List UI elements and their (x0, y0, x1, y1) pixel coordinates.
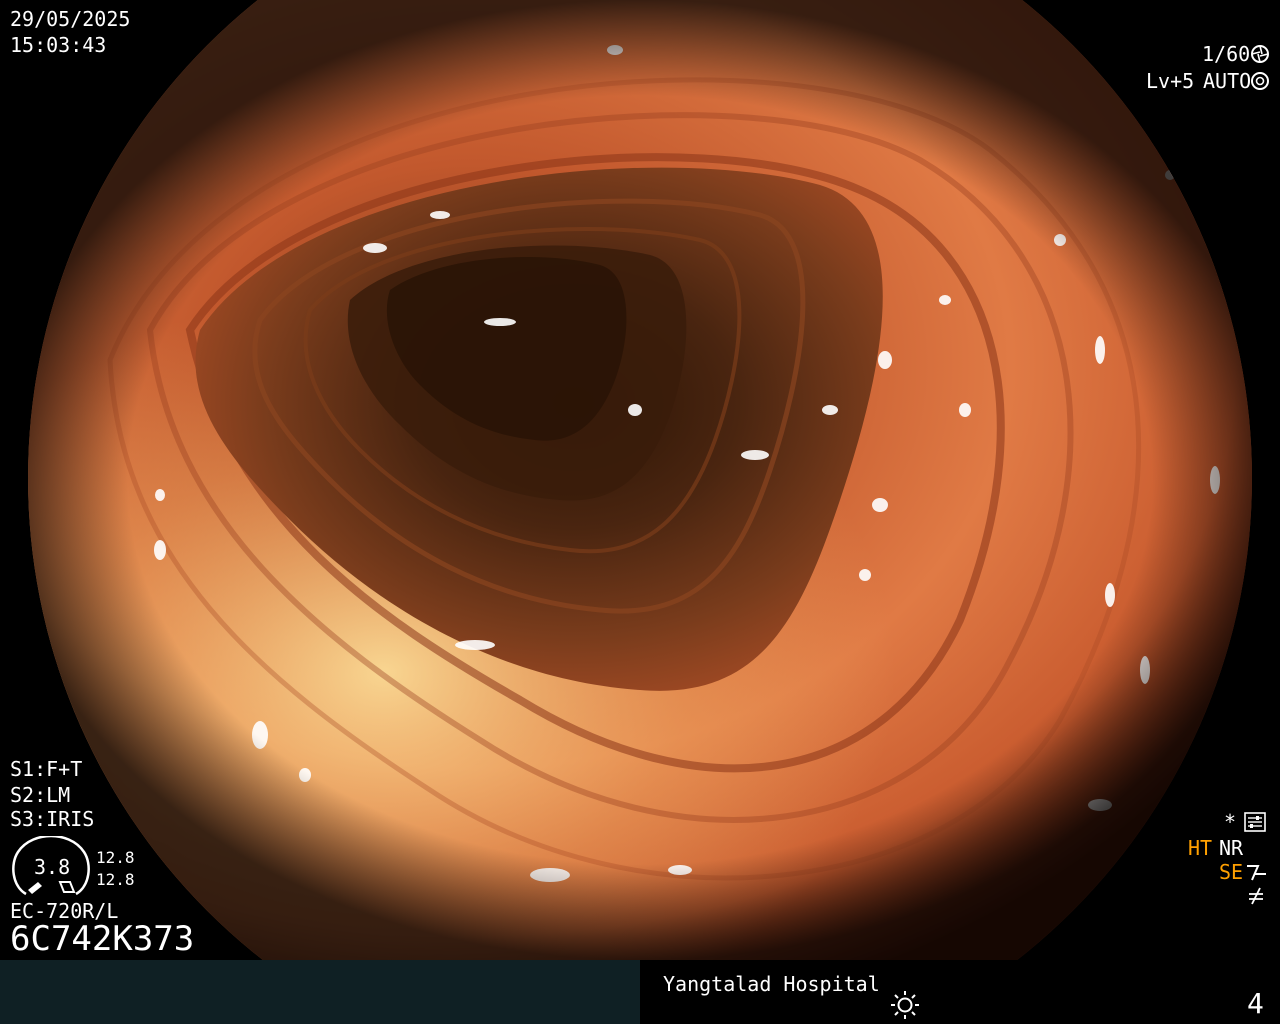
iris-mode-text: AUTO (1203, 69, 1252, 93)
aperture-icon (1251, 45, 1269, 63)
gauge-reading-2: 12.8 (96, 870, 135, 889)
time-text: 15:03:43 (10, 33, 107, 57)
hospital-name: Yangtalad Hospital (663, 972, 880, 996)
se-indicator: SE (1219, 860, 1244, 884)
ht-indicator: HT (1188, 836, 1213, 860)
sliders-icon (1244, 812, 1266, 832)
setting-s3: S3:IRIS (10, 807, 95, 831)
setting-s2: S2:LM (10, 783, 71, 807)
setting-s1: S1:F+T (10, 757, 83, 781)
star-indicator: * (1224, 810, 1237, 834)
enhance-icon (1247, 865, 1266, 881)
gauge-reading-1: 12.8 (96, 848, 135, 867)
nr-indicator: NR (1219, 836, 1244, 860)
freeze-icon (1249, 887, 1263, 905)
gauge-value: 3.8 (34, 855, 71, 879)
bottom-info-bar: Yangtalad Hospital 4 (0, 960, 1280, 1024)
bottom-bar-left-panel (0, 960, 640, 1024)
bottom-bar-right-panel: Yangtalad Hospital 4 (640, 960, 1280, 1024)
light-icon (891, 991, 919, 1019)
date-text: 29/05/2025 (10, 7, 131, 31)
page-number: 4 (1247, 987, 1264, 1020)
serial-number-text: 6C742K373 (10, 919, 195, 959)
colon-lumen-image (0, 0, 1280, 960)
endoscopy-screen: 29/05/2025 15:03:43 1/60 Lv+5 AUTO S1:F+… (0, 0, 1280, 960)
shutter-text: 1/60 (1202, 42, 1251, 66)
iris-icon (1251, 72, 1269, 90)
level-text: Lv+5 (1146, 69, 1195, 93)
scope-model-text: EC-720R/L (10, 899, 119, 923)
